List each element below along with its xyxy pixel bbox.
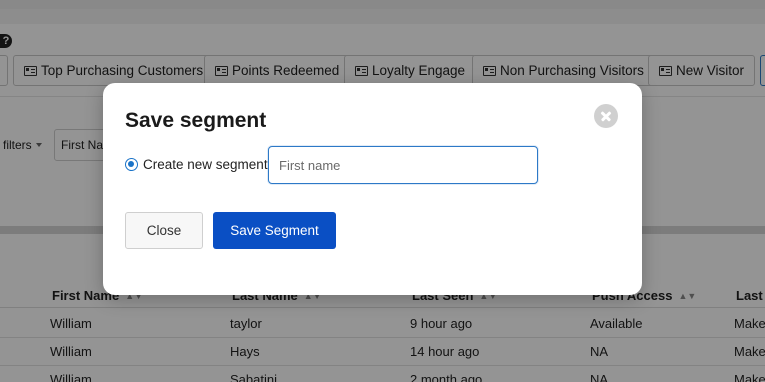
create-new-segment-option[interactable]: Create new segment (125, 155, 268, 173)
stage: ? Top Purchasing Customers Points Redeem… (0, 0, 765, 382)
save-segment-button[interactable]: Save Segment (213, 212, 336, 249)
close-button[interactable]: Close (125, 212, 203, 249)
close-circle-icon[interactable] (594, 104, 618, 128)
radio-button[interactable] (125, 157, 138, 171)
save-segment-modal: Save segment Create new segment Close Sa… (103, 83, 642, 295)
modal-title: Save segment (125, 109, 267, 132)
segment-name-input[interactable] (268, 146, 538, 184)
radio-label: Create new segment (143, 156, 268, 172)
